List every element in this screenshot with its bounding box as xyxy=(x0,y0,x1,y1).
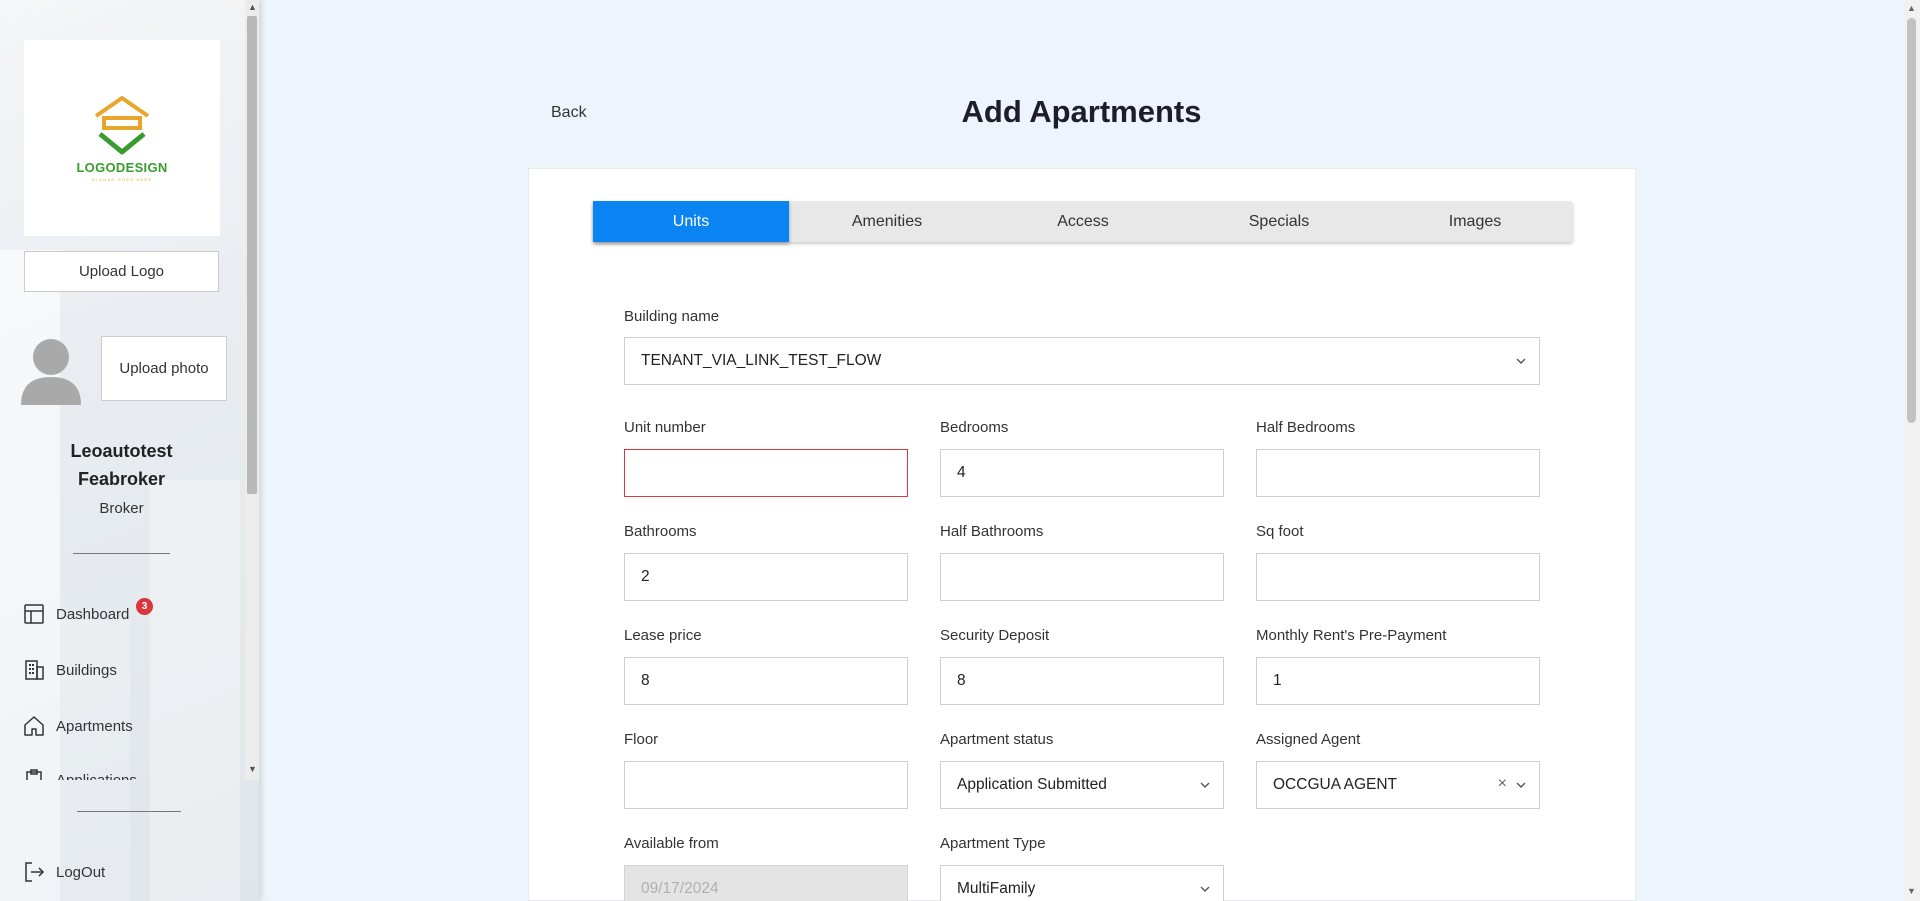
building-name-select[interactable]: TENANT_VIA_LINK_TEST_FLOW xyxy=(624,337,1540,385)
logo-text: LOGODESIGN xyxy=(76,160,168,175)
apartment-status-value: Application Submitted xyxy=(957,776,1107,793)
buildings-icon xyxy=(25,660,44,680)
apartment-type-label: Apartment Type xyxy=(940,835,1046,852)
tab-specials[interactable]: Specials xyxy=(1181,201,1377,242)
user-name: Leoautotest Feabroker xyxy=(70,441,173,489)
monthly-prepayment-label: Monthly Rent's Pre-Payment xyxy=(1256,627,1447,644)
form-card: Units Amenities Access Specials Images B… xyxy=(528,168,1636,901)
page-scrollbar[interactable]: ▲ ▼ xyxy=(1903,0,1920,901)
lease-price-input[interactable]: 8 xyxy=(624,657,908,705)
avatar xyxy=(21,339,81,405)
security-deposit-input[interactable]: 8 xyxy=(940,657,1224,705)
page-title: Add Apartments xyxy=(961,94,1202,129)
user-role: Broker xyxy=(99,500,144,517)
security-deposit-label: Security Deposit xyxy=(940,627,1050,644)
tab-amenities[interactable]: Amenities xyxy=(789,201,985,242)
bedrooms-input[interactable]: 4 xyxy=(940,449,1224,497)
sidebar-scrollbar[interactable]: ▲ ▼ xyxy=(245,0,259,780)
building-name-label: Building name xyxy=(624,308,720,325)
tab-images[interactable]: Images xyxy=(1377,201,1573,242)
scroll-down-icon[interactable]: ▼ xyxy=(248,764,257,774)
sidebar-item-dashboard[interactable]: Dashboard xyxy=(22,600,129,628)
clear-icon[interactable]: × xyxy=(1498,775,1507,793)
tab-bar: Units Amenities Access Specials Images xyxy=(593,201,1573,242)
sidebar-item-label: Buildings xyxy=(56,661,117,679)
chevron-down-icon xyxy=(1200,782,1210,788)
dashboard-icon xyxy=(24,604,44,624)
sidebar-item-buildings[interactable]: Buildings xyxy=(22,656,117,684)
unit-number-label: Unit number xyxy=(624,419,706,436)
sidebar-item-label: Apartments xyxy=(56,717,133,735)
notification-badge: 3 xyxy=(136,598,153,615)
chevron-down-icon xyxy=(1200,886,1210,892)
half-bathrooms-input[interactable] xyxy=(940,553,1224,601)
assigned-agent-value: OCCGUA AGENT xyxy=(1273,776,1398,793)
logout-button[interactable]: LogOut xyxy=(22,858,105,886)
apartment-type-value: MultiFamily xyxy=(957,880,1036,897)
assigned-agent-select[interactable]: OCCGUA AGENT × xyxy=(1256,761,1540,809)
sidebar: LOGODESIGN SLOGAN GOES HERE Upload Logo … xyxy=(0,0,259,901)
logo-icon xyxy=(94,96,150,155)
assigned-agent-label: Assigned Agent xyxy=(1256,731,1361,748)
available-from-input[interactable]: 09/17/2024 xyxy=(624,865,908,901)
half-bedrooms-input[interactable] xyxy=(1256,449,1540,497)
bedrooms-label: Bedrooms xyxy=(940,419,1009,436)
available-from-label: Available from xyxy=(624,835,719,852)
logo-box: LOGODESIGN SLOGAN GOES HERE xyxy=(24,40,220,236)
scroll-up-icon[interactable]: ▲ xyxy=(1907,3,1916,13)
sq-foot-input[interactable] xyxy=(1256,553,1540,601)
floor-input[interactable] xyxy=(624,761,908,809)
sidebar-item-apartments[interactable]: Apartments xyxy=(22,712,133,740)
sidebar-divider xyxy=(77,811,181,812)
back-link[interactable]: Back xyxy=(551,104,587,122)
apartment-type-select[interactable]: MultiFamily xyxy=(940,865,1224,901)
upload-photo-button[interactable]: Upload photo xyxy=(101,336,227,401)
lease-price-label: Lease price xyxy=(624,627,702,644)
home-icon xyxy=(24,716,44,736)
bathrooms-input[interactable]: 2 xyxy=(624,553,908,601)
chevron-down-icon xyxy=(1516,782,1526,788)
sidebar-item-label: Applications xyxy=(56,771,137,781)
clipboard-icon xyxy=(26,769,42,780)
chevron-down-icon xyxy=(1516,358,1526,364)
apartment-status-select[interactable]: Application Submitted xyxy=(940,761,1224,809)
building-name-value: TENANT_VIA_LINK_TEST_FLOW xyxy=(641,352,882,369)
apartment-status-label: Apartment status xyxy=(940,731,1054,748)
logout-label: LogOut xyxy=(56,863,106,881)
monthly-prepayment-input[interactable]: 1 xyxy=(1256,657,1540,705)
sidebar-item-label: Dashboard xyxy=(56,605,130,623)
tab-units[interactable]: Units xyxy=(593,201,789,242)
sidebar-scroll-thumb[interactable] xyxy=(247,16,257,494)
floor-label: Floor xyxy=(624,731,659,748)
scroll-up-icon[interactable]: ▲ xyxy=(248,2,257,12)
sidebar-divider xyxy=(73,553,170,554)
sidebar-item-applications[interactable]: Applications xyxy=(22,766,137,780)
unit-number-input[interactable] xyxy=(624,449,908,497)
nav-clip: Applications xyxy=(0,766,245,780)
upload-logo-button[interactable]: Upload Logo xyxy=(24,251,219,292)
half-bedrooms-label: Half Bedrooms xyxy=(1256,419,1356,436)
sq-foot-label: Sq foot xyxy=(1256,523,1304,540)
tab-access[interactable]: Access xyxy=(985,201,1181,242)
page-scroll-thumb[interactable] xyxy=(1907,18,1916,423)
half-bathrooms-label: Half Bathrooms xyxy=(940,523,1044,540)
logo-subtext: SLOGAN GOES HERE xyxy=(91,177,153,182)
logout-icon xyxy=(25,862,45,882)
bathrooms-label: Bathrooms xyxy=(624,523,697,540)
background-building xyxy=(150,480,240,901)
scroll-down-icon[interactable]: ▼ xyxy=(1907,886,1916,896)
